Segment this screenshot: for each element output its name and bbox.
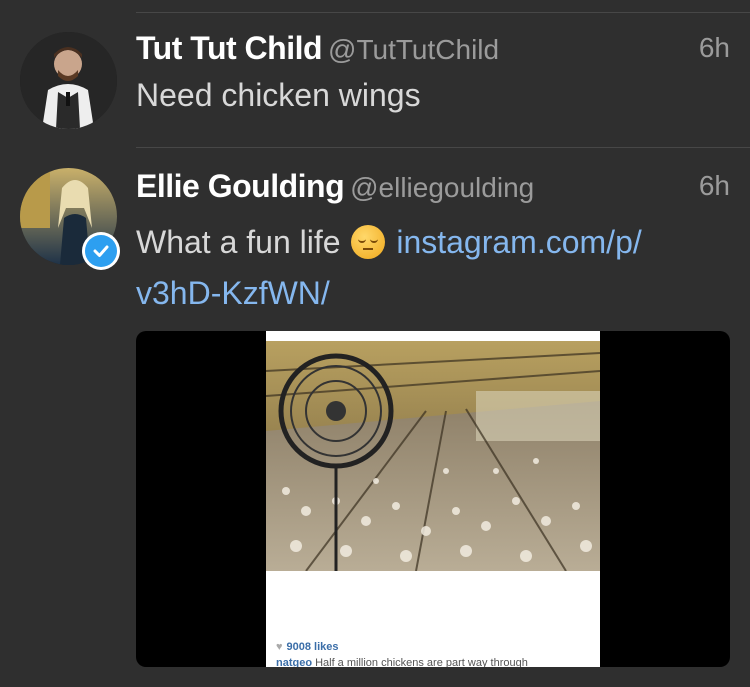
caption: natgeo Half a million chickens are part w… [276,657,528,667]
likes-count: ♥ 9008 likes [276,641,339,653]
tweet-link[interactable]: instagram.com/p/ [396,224,641,260]
tweet-header: Tut Tut Child @TutTutChild 6h [136,30,730,74]
avatar[interactable] [20,32,117,129]
timeline-divider [136,147,750,148]
user-handle[interactable]: @elliegoulding [350,172,534,203]
chicken-barn-photo [266,341,600,571]
timestamp: 6h [698,170,730,201]
caption-user: natgeo [276,657,313,667]
timeline-divider [136,12,750,13]
display-name[interactable]: Tut Tut Child [136,30,323,66]
tweet-text: Need chicken wings [136,77,421,113]
tweet[interactable]: Tut Tut Child @TutTutChild 6h Need chicke… [0,30,750,145]
tweet-link-continued[interactable]: v3hD-KzfWN/ [136,275,330,311]
tweet-header: Ellie Goulding @elliegoulding 6h [136,168,730,212]
tweet-text: What a fun life instagram.com/p/ v3hD-Kz… [136,217,720,319]
pensive-face-emoji-icon [351,225,386,259]
caption-text: Half a million chickens are part way thr… [315,657,528,667]
timestamp: 6h [698,32,730,63]
user-handle[interactable]: @TutTutChild [328,34,499,65]
instagram-card: ♥ 9008 likes natgeo Half a million chicken… [266,331,600,667]
media-preview[interactable]: ♥ 9008 likes natgeo Half a million chicken… [136,331,730,667]
display-name[interactable]: Ellie Goulding [136,168,345,204]
tweet-text-body: What a fun life [136,224,341,260]
verified-badge-icon [82,232,120,270]
